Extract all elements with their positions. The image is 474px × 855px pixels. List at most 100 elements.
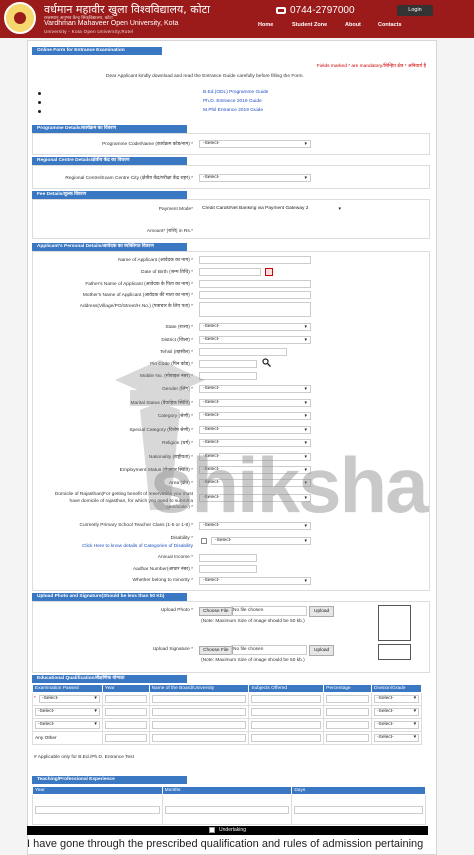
col-examination-passed: Examination Passed [32, 684, 103, 693]
disability-label: Disability * [170, 536, 193, 541]
signature-upload-button[interactable]: Upload [309, 645, 335, 656]
disability-info-link[interactable]: Click Here to know details of Categories… [33, 544, 193, 549]
marital-status-label: Marital Status (वैवाहिक स्थिति) * [130, 401, 194, 406]
address-textarea[interactable] [199, 302, 311, 317]
board-input[interactable] [151, 734, 247, 742]
guide-link-phd[interactable]: Ph.D. Entrance 2019 Guide [203, 99, 262, 104]
applicant-name-input[interactable] [199, 256, 311, 264]
col-percentage: Percentage [323, 684, 373, 693]
payment-mode-select[interactable]: Credit Cards/Net Banking via Payment Gat… [199, 206, 344, 214]
upload-section-header: Upload Photo and Signature(Should be les… [32, 593, 187, 601]
photo-choose-file-button[interactable]: Choose File [199, 607, 233, 616]
upload-photo-label: Upload Photo * [160, 608, 193, 613]
percentage-input[interactable] [326, 721, 370, 729]
tehsil-label: Tehsil (तहसील) * [159, 350, 193, 355]
watermark-text: shiksha [150, 441, 428, 529]
university-logo-icon[interactable] [4, 2, 36, 34]
percentage-input[interactable] [326, 734, 370, 742]
signature-choose-file-button[interactable]: Choose File [199, 646, 233, 655]
exp-days-input[interactable] [294, 805, 423, 814]
tehsil-input[interactable] [199, 348, 287, 356]
board-input[interactable] [151, 708, 247, 716]
marital-status-select[interactable]: -Select- [199, 399, 311, 407]
regional-section-header: Regional Centre Details/क्षेत्रीय केंद्र… [32, 157, 187, 165]
disability-checkbox[interactable] [201, 538, 207, 544]
amount-label: Amount* (राशि) in Rs.* [146, 229, 193, 234]
programme-label: Programme Code/Name (कार्यक्रम कोड/नाम) … [102, 142, 193, 147]
exam-select[interactable]: -Select- [35, 721, 100, 729]
minority-label: Whether belong to minority * [132, 578, 193, 583]
fee-section: Payment Mode* Credit Cards/Net Banking v… [32, 199, 430, 239]
subjects-input[interactable] [251, 695, 322, 703]
percentage-input[interactable] [326, 695, 370, 703]
grade-select[interactable]: -Select- [374, 708, 419, 716]
nav-about[interactable]: About [345, 22, 361, 28]
aadhar-input[interactable] [199, 565, 257, 573]
photo-size-note: (Note: Maximum Size of image should be 5… [201, 619, 305, 624]
dob-input[interactable] [199, 268, 261, 276]
minority-select[interactable]: -Select- [199, 577, 311, 585]
search-icon[interactable] [262, 358, 271, 367]
special-category-select[interactable]: -Select- [199, 426, 311, 434]
year-input[interactable] [104, 695, 147, 703]
mother-name-input[interactable] [199, 291, 311, 299]
year-input[interactable] [104, 734, 147, 742]
experience-table: Year Months Days [32, 786, 426, 825]
subjects-input[interactable] [251, 721, 322, 729]
calendar-icon[interactable] [265, 268, 273, 276]
guide-link-mphil[interactable]: M.Phil Entrance 2019 Guide [203, 108, 263, 113]
col-exp-year: Year [32, 786, 163, 795]
col-year: Year [101, 684, 150, 693]
board-input[interactable] [151, 721, 247, 729]
grade-select[interactable]: -Select- [374, 721, 419, 729]
disability-select[interactable]: -Select- [211, 537, 311, 545]
category-select[interactable]: -Select- [199, 412, 311, 420]
guide-link-bed[interactable]: B.Ed.(ODL) Programme Guide [203, 90, 268, 95]
login-button[interactable]: Login [397, 5, 433, 16]
category-label: Category (श्रेणी) * [157, 414, 193, 419]
nav-home[interactable]: Home [258, 22, 273, 28]
photo-preview [378, 605, 411, 641]
signature-size-note: (Note: Maximum Size of image should be 5… [201, 658, 305, 663]
exam-select[interactable]: -Select- [35, 708, 100, 716]
state-label: State (राज्य) * [165, 325, 193, 330]
regional-centre-select[interactable]: -Select- [199, 174, 311, 182]
subjects-input[interactable] [251, 734, 322, 742]
col-exp-days: Days [291, 786, 426, 795]
programme-select[interactable]: -Select- [199, 140, 311, 148]
grade-select[interactable]: -Select- [374, 734, 419, 742]
percentage-input[interactable] [326, 708, 370, 716]
col-division: Division/Grade [371, 684, 422, 693]
board-input[interactable] [151, 695, 247, 703]
regional-section: Regional Centre/Exam Centre City (क्षेत्… [32, 165, 430, 189]
year-input[interactable] [104, 708, 147, 716]
undertaking-checkbox[interactable] [209, 826, 216, 833]
programme-section-header: Programme Details/कार्यक्रम का विवरण [32, 125, 187, 133]
education-table: Examination Passed Year Name of the Boar… [32, 684, 422, 745]
annual-income-input[interactable] [199, 554, 257, 562]
table-row [32, 794, 426, 825]
exp-months-input[interactable] [164, 805, 290, 814]
subjects-input[interactable] [251, 708, 322, 716]
table-row: Any Other -Select- [32, 731, 422, 745]
photo-upload-button[interactable]: Upload [309, 606, 335, 617]
nav-contacts[interactable]: Contacts [378, 22, 402, 28]
pin-code-input[interactable] [199, 360, 257, 368]
site-header: वर्धमान महावीर खुला विश्वविद्यालय, कोटा … [0, 0, 474, 38]
exam-any-other-label: Any Other [35, 735, 57, 741]
col-board: Name of the Board/University [148, 684, 250, 693]
state-select[interactable]: -Select- [199, 323, 311, 331]
university-subtitle-english: University - Kota Open University,Rotel [44, 29, 134, 34]
nav-student-zone[interactable]: Student Zone [292, 22, 327, 28]
intro-text: Dear Applicant kindly download and read … [106, 74, 304, 79]
year-input[interactable] [104, 721, 147, 729]
exam-select[interactable]: -Select- [39, 695, 100, 703]
mobile-input[interactable] [199, 372, 257, 380]
gender-select[interactable]: -Select- [199, 385, 311, 393]
dob-label: Date of Birth (जन्म तिथि) * [141, 270, 193, 275]
district-select[interactable]: -Select- [199, 336, 311, 344]
applicant-name-label: Name of Applicant (आवेदक का नाम) * [118, 258, 193, 263]
exp-year-input[interactable] [35, 805, 160, 814]
father-name-input[interactable] [199, 280, 311, 288]
grade-select[interactable]: -Select- [374, 695, 419, 703]
